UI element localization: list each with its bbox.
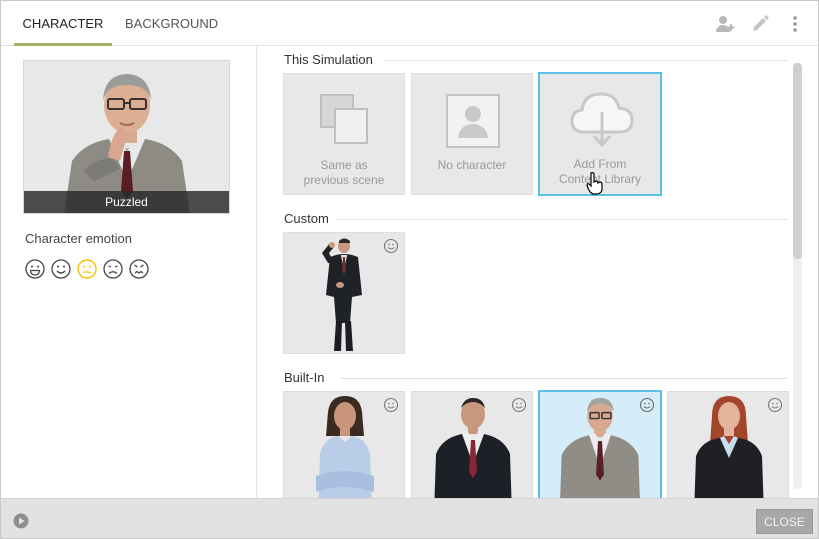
emotion-badge-icon xyxy=(767,397,783,413)
section-title-built-in: Built-In xyxy=(284,370,325,385)
tile-custom-character[interactable] xyxy=(283,232,405,354)
play-icon[interactable] xyxy=(13,513,29,529)
add-user-icon[interactable] xyxy=(714,13,736,35)
vertical-scrollbar[interactable] xyxy=(793,63,802,489)
angry-face-icon[interactable] xyxy=(128,258,150,280)
character-preview: Puzzled xyxy=(23,60,230,214)
section-divider xyxy=(340,378,788,379)
section-divider xyxy=(384,60,788,61)
dialog-header: CHARACTER BACKGROUND xyxy=(1,1,818,46)
happy-face-icon[interactable] xyxy=(50,258,72,280)
copy-icon xyxy=(320,94,368,144)
tile-label-line2: previous scene xyxy=(303,173,385,187)
character-preview-panel: Puzzled Character emotion xyxy=(1,46,257,498)
emotion-badge-icon xyxy=(639,397,655,413)
character-library-panel: This Simulation Same as previous scene N… xyxy=(258,46,806,498)
tile-built-in-character-selected[interactable] xyxy=(538,390,662,498)
hand-cursor-icon xyxy=(586,172,603,195)
section-title-this-simulation: This Simulation xyxy=(284,52,373,67)
very-happy-face-icon[interactable] xyxy=(24,258,46,280)
tile-label-line1: No character xyxy=(437,158,507,172)
tile-built-in-character[interactable] xyxy=(411,391,533,498)
tile-no-character[interactable]: No character xyxy=(411,73,533,195)
emotion-badge-icon xyxy=(511,397,527,413)
section-divider xyxy=(337,219,788,220)
close-button[interactable]: CLOSE xyxy=(756,509,813,534)
preview-caption: Puzzled xyxy=(24,191,229,213)
emotion-label: Character emotion xyxy=(25,231,132,246)
tile-built-in-character[interactable] xyxy=(667,391,789,498)
cloud-download-icon xyxy=(570,92,634,148)
emotion-badge-icon xyxy=(383,238,399,254)
pencil-icon[interactable] xyxy=(749,13,771,35)
tile-label-line1: Same as xyxy=(320,158,368,172)
emotion-badge-icon xyxy=(383,397,399,413)
sad-face-icon[interactable] xyxy=(102,258,124,280)
tile-built-in-character[interactable] xyxy=(283,391,405,498)
tab-background[interactable]: BACKGROUND xyxy=(125,1,218,46)
tile-same-as-previous-scene[interactable]: Same as previous scene xyxy=(283,73,405,195)
no-character-icon xyxy=(446,94,500,148)
tab-character[interactable]: CHARACTER xyxy=(14,1,112,46)
tile-label-line1: Add From xyxy=(573,157,627,171)
puzzled-face-icon[interactable] xyxy=(76,258,98,280)
scrollbar-thumb[interactable] xyxy=(793,63,802,259)
section-title-custom: Custom xyxy=(284,211,329,226)
emotion-picker xyxy=(24,258,150,280)
more-vertical-icon[interactable] xyxy=(784,13,806,35)
dialog-footer: CLOSE xyxy=(1,498,818,538)
character-dialog: CHARACTER BACKGROUND Puzzled Character e… xyxy=(0,0,819,539)
